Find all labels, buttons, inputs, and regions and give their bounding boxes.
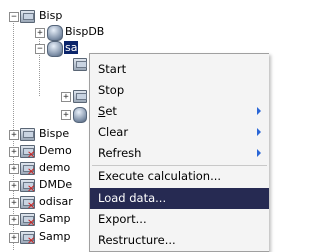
tree-node-server[interactable]: + ✕ demo <box>0 160 89 178</box>
menu-item-label: Refresh <box>98 146 142 160</box>
tree-node-label: Bispe <box>39 127 70 140</box>
menu-item-load-data[interactable]: Load data... <box>90 188 269 209</box>
tree-node-label: Demo <box>39 144 72 157</box>
expand-toggle[interactable]: + <box>61 110 71 120</box>
menu-item-export[interactable]: Export... <box>90 209 269 230</box>
menu-item-stop[interactable]: Stop <box>90 80 269 101</box>
menu-item-start[interactable]: Start <box>90 59 269 80</box>
expand-toggle[interactable]: + <box>9 198 19 208</box>
expand-toggle[interactable]: + <box>9 130 19 140</box>
expand-toggle[interactable]: + <box>9 147 19 157</box>
red-x-icon: ✕ <box>27 236 36 247</box>
red-x-icon: ✕ <box>27 184 36 195</box>
menu-item-label: Stop <box>98 83 125 97</box>
red-x-icon: ✕ <box>27 167 36 178</box>
tree-node-server[interactable]: + ✕ odisar <box>0 194 89 212</box>
tree-node-label: Bisp <box>39 9 63 22</box>
tree-node-nested[interactable]: + <box>0 88 89 106</box>
collapse-toggle[interactable]: − <box>35 44 45 54</box>
menu-item-label: Export... <box>98 212 147 226</box>
red-x-icon: ✕ <box>27 218 36 229</box>
menu-item-restructure[interactable]: Restructure... <box>90 230 269 251</box>
expand-toggle[interactable]: + <box>9 233 19 243</box>
tree-node-nested[interactable] <box>0 56 89 74</box>
expand-toggle[interactable]: + <box>9 215 19 225</box>
menu-item-label: Execute calculation... <box>98 169 222 183</box>
menu-item-label: Restructure... <box>98 233 176 247</box>
expand-toggle[interactable]: + <box>61 92 71 102</box>
tree-node-label: Samp <box>39 230 71 243</box>
menu-item-clear[interactable]: Clear <box>90 122 269 143</box>
tree-node-label: odisar <box>39 195 73 208</box>
database-icon <box>47 41 63 57</box>
tree-node-server[interactable]: + Bispe <box>0 126 89 144</box>
tree-node-server[interactable]: + ✕ Samp <box>0 211 89 229</box>
menu-item-label: Set <box>98 104 117 118</box>
menu-item-refresh[interactable]: Refresh <box>90 143 269 164</box>
menu-item-label: Start <box>98 62 127 76</box>
server-icon <box>20 128 35 141</box>
tree-node-server[interactable]: + ✕ Demo <box>0 143 89 161</box>
expand-toggle[interactable]: + <box>35 28 45 38</box>
server-icon <box>73 58 87 71</box>
tree-node-label: Samp <box>39 212 71 225</box>
expand-toggle[interactable]: + <box>9 181 19 191</box>
server-icon <box>73 90 87 103</box>
tree-node-nested[interactable]: + <box>0 106 89 124</box>
context-menu: Start Stop Set Clear Refresh Execute cal… <box>89 53 269 252</box>
menu-item-label: Load data... <box>98 191 167 205</box>
submenu-arrow-icon <box>257 128 261 136</box>
menu-item-set[interactable]: Set <box>90 101 269 122</box>
submenu-arrow-icon <box>257 107 261 115</box>
tree-node-label: DMDe <box>39 178 73 191</box>
menu-item-label-rest: et <box>105 104 117 118</box>
red-x-icon: ✕ <box>27 201 36 212</box>
menu-item-execute-calculation[interactable]: Execute calculation... <box>90 166 269 187</box>
tree-node-label: BispDB <box>65 25 105 38</box>
tree-node-label: demo <box>39 161 71 174</box>
tree-node-server[interactable]: + ✕ Samp <box>0 229 89 247</box>
server-icon <box>20 10 35 23</box>
red-x-icon: ✕ <box>27 150 36 161</box>
submenu-arrow-icon <box>257 149 261 157</box>
database-icon <box>73 107 87 123</box>
expand-toggle[interactable]: + <box>9 164 19 174</box>
menu-item-label: Clear <box>98 125 129 139</box>
tree-node-label: sa <box>64 41 79 54</box>
database-icon <box>47 25 63 41</box>
collapse-toggle[interactable]: − <box>9 12 19 22</box>
tree-node-server[interactable]: + ✕ DMDe <box>0 177 89 195</box>
